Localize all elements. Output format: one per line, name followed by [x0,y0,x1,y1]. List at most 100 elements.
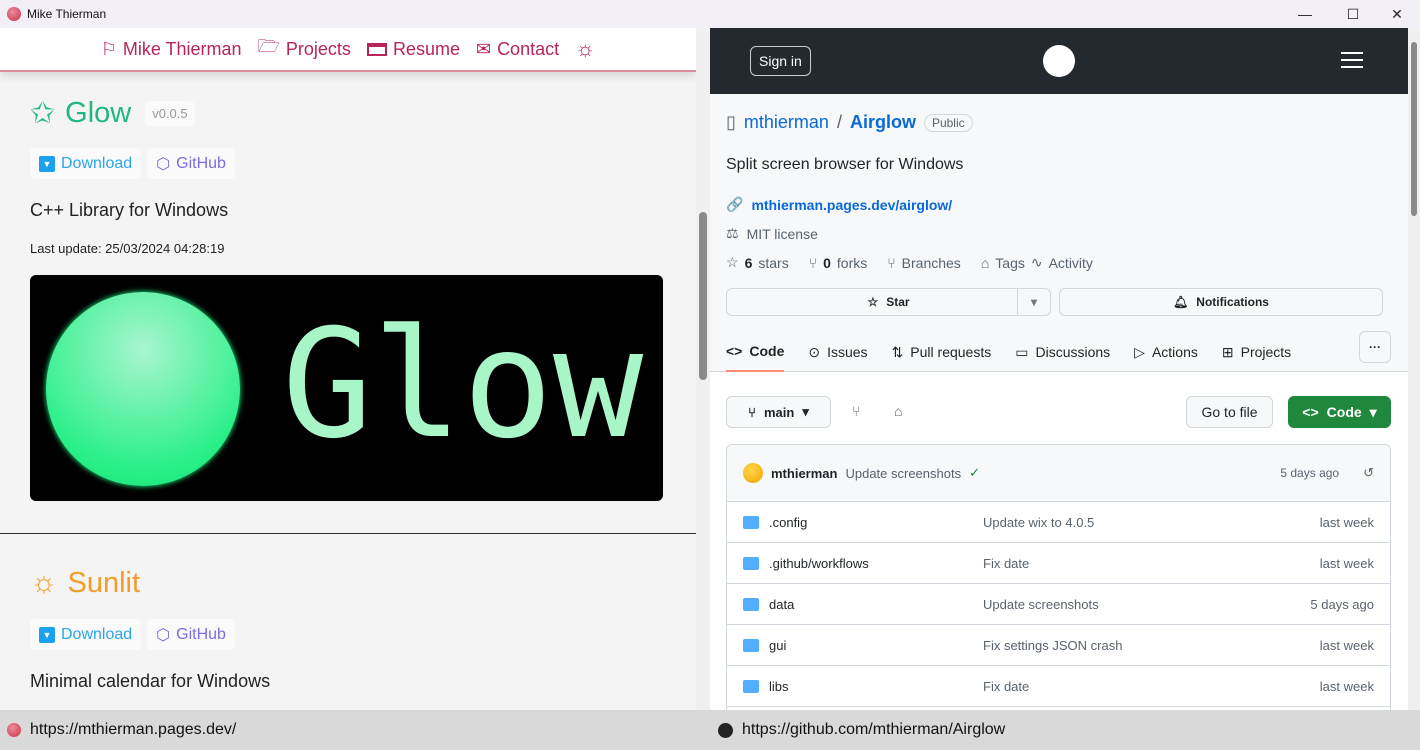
github-button[interactable]: ⬡ GitHub [147,148,235,179]
notifications-button[interactable]: 🔔︎ Notifications [1059,288,1383,316]
status-bar: https://mthierman.pages.dev/ https://git… [0,710,1420,750]
file-commit-message[interactable]: Fix settings JSON crash [983,638,1320,653]
go-to-file-button[interactable]: Go to file [1186,396,1273,428]
cube-icon: ⬡ [156,626,171,644]
star-button[interactable]: ☆ Star ▾ [726,288,1051,316]
project-description: C++ Library for Windows [30,200,229,220]
folder-icon [743,515,759,529]
tab-code[interactable]: <> Code [726,332,785,372]
project-name: Glow [65,97,132,129]
folder-icon [743,638,759,652]
repo-icon: ▯ [726,112,736,132]
file-name[interactable]: .config [769,515,807,530]
stars-label[interactable]: stars [758,255,788,271]
right-pane: Sign in ▯ mthierman / Airglow Public Spl… [710,28,1408,710]
project-title-sunlit: ☼ Sunlit [30,566,140,600]
download-button[interactable]: ▼ Download [30,148,142,179]
sign-in-button[interactable]: Sign in [750,46,811,76]
nav-home[interactable]: ⚐ Mike Thierman [101,39,242,60]
star-dropdown[interactable]: ▾ [1017,289,1050,315]
branch-icon: ⑂ [887,254,896,271]
activity-link[interactable]: Activity [1049,255,1093,271]
file-date: last week [1319,678,1374,694]
file-date: 5 days ago [1310,596,1374,612]
branches-icon[interactable]: ⑂ [852,403,860,419]
scroll-thumb[interactable] [1411,42,1417,216]
right-url: https://github.com/mthierman/Airglow [742,721,1006,738]
download-icon: ▼ [39,155,55,172]
minimize-button[interactable]: — [1282,0,1328,28]
right-scrollbar[interactable] [1408,28,1420,710]
commit-author[interactable]: mthierman [771,466,837,481]
file-date: last week [1319,637,1374,653]
tab-label: Code [749,343,785,359]
project-name: Sunlit [67,566,141,599]
maximize-button[interactable]: ☐ [1330,0,1376,28]
repo-link[interactable]: Airglow [850,112,916,133]
owner-link[interactable]: mthierman [744,112,829,133]
nav-resume[interactable]: Resume [366,39,460,60]
file-row[interactable]: data Update screenshots 5 days ago [727,584,1390,625]
check-icon: ✓ [969,465,980,480]
branch-icon: ⑂ [748,404,756,420]
stars-count[interactable]: 6 [745,255,753,271]
tab-pull-requests[interactable]: ⇅ Pull requests [892,344,992,361]
last-update: Last update: 25/03/2024 04:28:19 [30,241,225,256]
file-name[interactable]: .github/workflows [769,556,869,571]
menu-icon[interactable] [1341,52,1363,68]
nav-contact[interactable]: ✉ Contact [476,39,559,60]
file-name[interactable]: gui [769,638,786,653]
download-icon: ▼ [39,626,55,643]
nav-projects[interactable]: 🗁 Projects [258,34,351,64]
tab-label: Actions [1151,344,1198,360]
file-row[interactable]: libs Fix date last week [727,666,1390,707]
file-name[interactable]: libs [769,679,789,694]
sun-icon: ☼ [30,566,58,599]
file-commit-message[interactable]: Update screenshots [983,597,1310,612]
tab-actions[interactable]: ▷ Actions [1134,344,1198,361]
folder-icon [743,556,759,570]
tags-icon[interactable]: ⌂ [894,403,902,419]
tab-issues[interactable]: ⊙ Issues [808,344,867,361]
tab-projects[interactable]: ⊞ Projects [1222,344,1291,361]
file-name[interactable]: data [769,597,794,612]
envelope-icon: ✉ [475,38,492,59]
code-icon: <> [1302,404,1319,420]
code-button[interactable]: <> Code ▾ [1288,396,1391,428]
tags-link[interactable]: Tags [995,255,1025,271]
history-icon[interactable]: ↺ [1363,465,1374,481]
github-logo-icon[interactable] [1043,45,1075,77]
scroll-thumb[interactable] [699,212,707,380]
more-tabs-button[interactable]: ··· [1359,331,1391,363]
file-row[interactable]: .config Update wix to 4.0.5 last week [727,502,1390,543]
theme-toggle[interactable]: ☼ [575,36,595,62]
tab-discussions[interactable]: ▭ Discussions [1015,344,1110,361]
file-row[interactable]: gui Fix settings JSON crash last week [727,625,1390,666]
avatar[interactable] [743,463,763,483]
caret-down-icon: ▾ [1369,403,1377,420]
file-commit-message[interactable]: Fix date [983,679,1320,694]
discussion-icon: ▭ [1015,343,1029,360]
file-row[interactable]: .github/workflows Fix date last week [727,543,1390,584]
bell-icon: 🔔︎ [1173,295,1189,309]
file-table: mthierman Update screenshots ✓ 5 days ag… [726,444,1391,710]
branch-select[interactable]: ⑂ main ▾ [726,396,831,428]
site-icon [7,723,21,737]
code-icon: <> [726,343,743,359]
file-commit-message[interactable]: Update wix to 4.0.5 [983,515,1320,530]
repo-description: Split screen browser for Windows [726,156,964,173]
license-link[interactable]: MIT license [747,226,818,242]
forks-count[interactable]: 0 [823,255,831,271]
close-button[interactable]: ✕ [1374,0,1420,28]
branches-link[interactable]: Branches [902,255,961,271]
website-link[interactable]: mthierman.pages.dev/airglow/ [751,197,952,213]
cube-icon: ⬡ [156,155,171,173]
commit-message[interactable]: Update screenshots [845,466,961,481]
banner-text: Glow [282,298,644,472]
left-scrollbar[interactable] [696,28,710,710]
github-button[interactable]: ⬡ GitHub [147,619,235,650]
file-commit-message[interactable]: Fix date [983,556,1320,571]
issue-icon: ⊙ [808,343,821,360]
forks-label[interactable]: forks [837,255,867,271]
download-button[interactable]: ▼ Download [30,619,142,650]
